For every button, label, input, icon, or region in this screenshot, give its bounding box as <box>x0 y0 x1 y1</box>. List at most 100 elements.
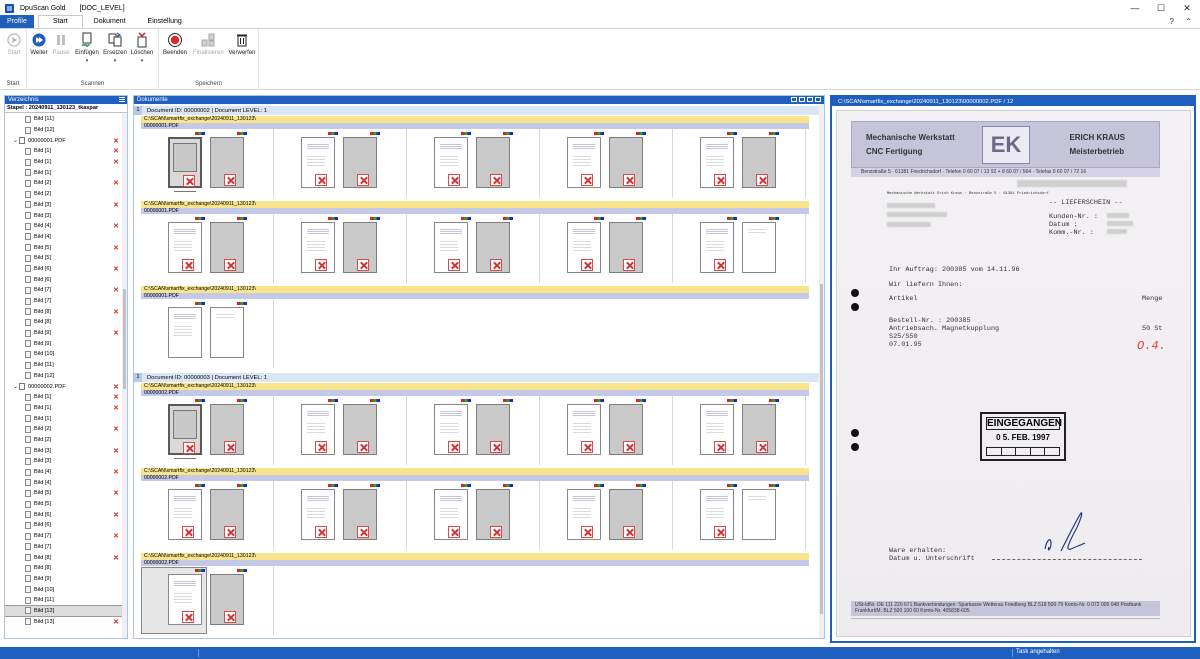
error-x-icon[interactable]: ✕ <box>113 244 119 252</box>
thumbnail-pair[interactable] <box>673 214 806 283</box>
document-header[interactable]: 1 Document ID: 00000003 | Document LEVEL:… <box>134 373 820 382</box>
error-x-icon[interactable] <box>182 259 194 271</box>
thumbnail-pair[interactable] <box>141 481 274 550</box>
tree-item-image[interactable]: Bild [11] <box>5 360 123 371</box>
tree-item-image[interactable]: Bild [10] <box>5 584 123 595</box>
close-button[interactable]: ✕ <box>1174 0 1200 16</box>
page-thumbnail[interactable] <box>476 489 510 540</box>
tree-item-image[interactable]: Bild [6] <box>5 274 123 285</box>
page-thumbnail[interactable] <box>301 137 335 188</box>
error-x-icon[interactable] <box>490 259 502 271</box>
page-thumbnail[interactable] <box>343 404 377 455</box>
page-thumbnail[interactable] <box>476 222 510 273</box>
tree-item-image[interactable]: Bild [5] <box>5 499 123 510</box>
error-x-icon[interactable] <box>224 441 236 453</box>
error-x-icon[interactable] <box>581 441 593 453</box>
error-x-icon[interactable]: ✕ <box>113 222 119 230</box>
error-x-icon[interactable] <box>490 441 502 453</box>
page-thumbnail[interactable] <box>434 222 468 273</box>
tree-item-image[interactable]: Bild [5] ✕ <box>5 488 123 499</box>
tree-item-image[interactable]: Bild [4] <box>5 232 123 243</box>
panel-menu-icon[interactable] <box>815 97 821 102</box>
tab-start[interactable]: Start <box>37 15 83 28</box>
page-thumbnail[interactable] <box>343 222 377 273</box>
thumbnail-pair[interactable] <box>274 481 407 550</box>
page-thumbnail[interactable] <box>742 489 776 540</box>
tree-item-image[interactable]: Bild [5] <box>5 253 123 264</box>
page-thumbnail[interactable] <box>700 489 734 540</box>
thumbnail-pair[interactable] <box>274 129 407 198</box>
page-thumbnail[interactable] <box>609 137 643 188</box>
documents-scrollbar-thumb[interactable] <box>820 284 823 614</box>
page-thumbnail[interactable] <box>476 404 510 455</box>
page-thumbnail[interactable] <box>301 489 335 540</box>
error-x-icon[interactable] <box>490 174 502 186</box>
thumbnail-pair[interactable] <box>141 566 274 635</box>
error-x-icon[interactable]: ✕ <box>113 286 119 294</box>
error-x-icon[interactable]: ✕ <box>113 329 119 337</box>
tree-item-image[interactable]: Bild [7] ✕ <box>5 531 123 542</box>
weiter-button[interactable]: Weiter <box>27 32 51 56</box>
error-x-icon[interactable] <box>623 526 635 538</box>
page-thumbnail[interactable] <box>742 404 776 455</box>
tree-item-image[interactable]: Bild [7] ✕ <box>5 285 123 296</box>
error-x-icon[interactable] <box>581 526 593 538</box>
ersetzen-dropdown-icon[interactable]: ▾ <box>103 58 127 64</box>
error-x-icon[interactable] <box>714 526 726 538</box>
tree-item-image[interactable]: Bild [2] ✕ <box>5 424 123 435</box>
ersetzen-button[interactable]: Ersetzen ▾ <box>103 32 127 64</box>
error-x-icon[interactable] <box>182 526 194 538</box>
thumbnail-pair[interactable] <box>540 214 673 283</box>
einfuegen-dropdown-icon[interactable]: ▾ <box>75 58 99 64</box>
error-x-icon[interactable] <box>357 174 369 186</box>
documents-scrollbar[interactable] <box>819 104 824 638</box>
page-thumbnail[interactable] <box>476 137 510 188</box>
maximize-button[interactable]: ☐ <box>1148 0 1174 16</box>
error-x-icon[interactable]: ✕ <box>113 425 119 433</box>
tree-item-image[interactable]: Bild [11] <box>5 595 123 606</box>
tree-item-image[interactable]: Bild [4] ✕ <box>5 221 123 232</box>
error-x-icon[interactable] <box>756 174 768 186</box>
tree-item-image[interactable]: Bild [5] ✕ <box>5 242 123 253</box>
error-x-icon[interactable]: ✕ <box>113 511 119 519</box>
tree-item-image[interactable]: Bild [3] <box>5 210 123 221</box>
error-x-icon[interactable] <box>714 174 726 186</box>
tree-item-image[interactable]: Bild [12] <box>5 604 124 618</box>
tree-item-image[interactable]: Bild [3] ✕ <box>5 445 123 456</box>
thumbnail-pair[interactable] <box>673 481 806 550</box>
error-x-icon[interactable] <box>357 441 369 453</box>
page-thumbnail[interactable] <box>210 489 244 540</box>
error-x-icon[interactable] <box>448 259 460 271</box>
thumbnail-pair[interactable] <box>673 129 806 198</box>
view-list-icon[interactable] <box>799 97 805 102</box>
error-x-icon[interactable] <box>183 442 195 454</box>
document-header[interactable]: 1 Document ID: 00000002 | Document LEVEL:… <box>134 106 820 115</box>
tree-item-image[interactable]: Bild [9] <box>5 574 123 585</box>
page-thumbnail[interactable] <box>567 137 601 188</box>
error-x-icon[interactable] <box>315 526 327 538</box>
tree-item-image[interactable]: Bild [2] ✕ <box>5 178 123 189</box>
tree-item-image[interactable]: Bild [11] <box>5 114 123 125</box>
tab-dokument[interactable]: Dokument <box>83 15 137 28</box>
help-icon[interactable]: ? <box>1170 17 1174 26</box>
directory-scrollbar-thumb[interactable] <box>123 289 126 389</box>
tree-item-image[interactable]: Bild [6] ✕ <box>5 509 123 520</box>
page-thumbnail[interactable] <box>609 222 643 273</box>
directory-scrollbar[interactable] <box>122 114 127 638</box>
tree-item-image[interactable]: Bild [1] ✕ <box>5 146 123 157</box>
error-x-icon[interactable] <box>182 611 194 623</box>
error-x-icon[interactable]: ✕ <box>113 618 119 626</box>
thumbnail-pair[interactable] <box>141 129 274 198</box>
page-thumbnail[interactable] <box>301 404 335 455</box>
tree-item-pdf[interactable]: ⌄ 00000002.PDF ✕ <box>5 381 123 392</box>
thumbnail-pair[interactable] <box>141 396 274 465</box>
page-thumbnail[interactable] <box>168 222 202 273</box>
error-x-icon[interactable] <box>448 174 460 186</box>
error-x-icon[interactable] <box>224 611 236 623</box>
error-x-icon[interactable] <box>490 526 502 538</box>
page-thumbnail[interactable] <box>168 404 202 455</box>
page-thumbnail[interactable] <box>168 137 202 188</box>
page-thumbnail[interactable] <box>343 489 377 540</box>
page-thumbnail[interactable] <box>210 574 244 625</box>
error-x-icon[interactable]: ✕ <box>113 468 119 476</box>
